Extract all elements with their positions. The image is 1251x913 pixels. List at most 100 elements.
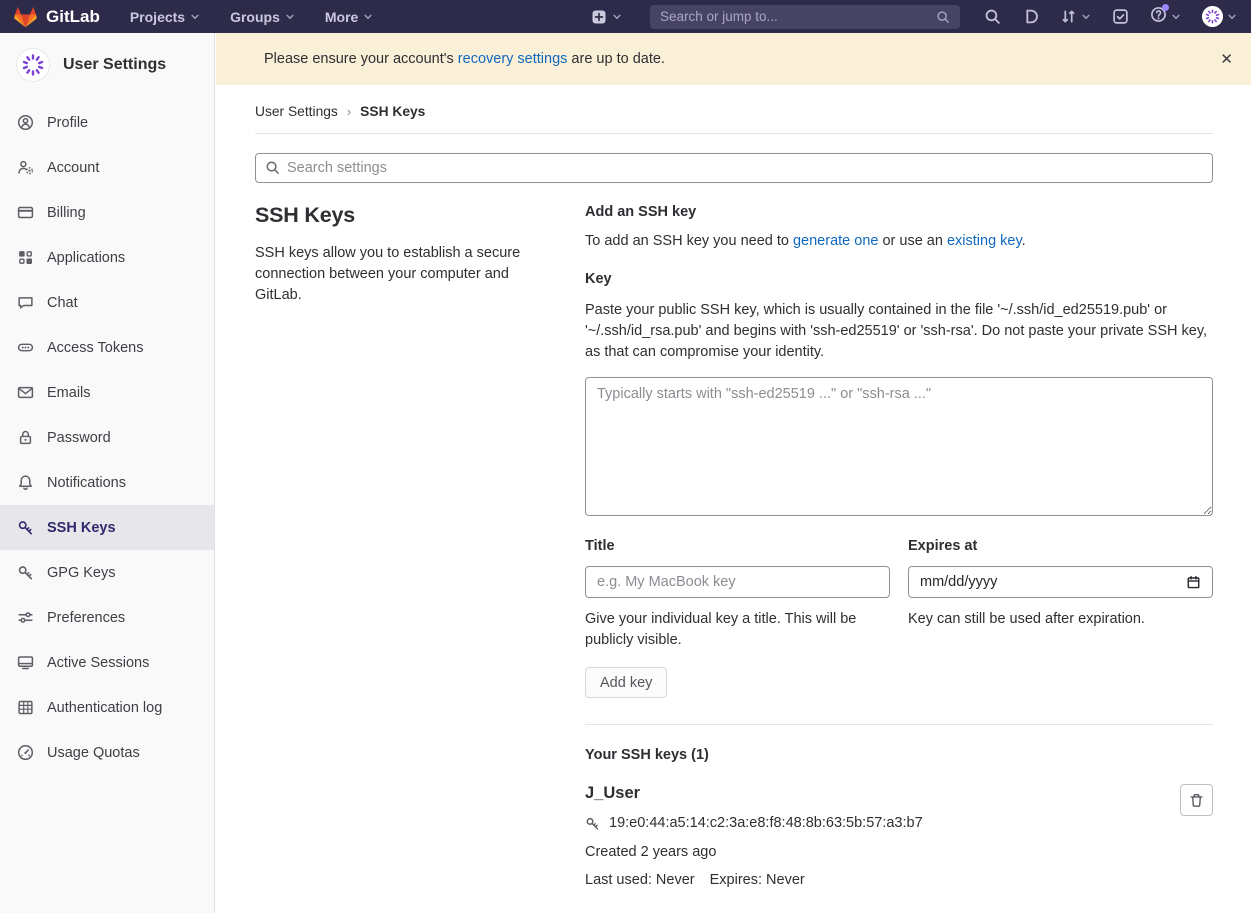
search-shortcut-button[interactable]	[984, 8, 1001, 25]
existing-key-link[interactable]: existing key	[947, 233, 1022, 249]
avatar	[1202, 6, 1223, 27]
chevron-right-icon: ›	[347, 104, 351, 119]
delete-key-button[interactable]	[1180, 784, 1213, 816]
avatar	[16, 48, 50, 82]
sidebar-item-applications[interactable]: Applications	[0, 235, 214, 280]
sidebar-item-notifications[interactable]: Notifications	[0, 460, 214, 505]
user-menu-button[interactable]	[1202, 6, 1237, 27]
help-menu-button[interactable]	[1150, 6, 1181, 28]
nav-menu-groups[interactable]: Groups	[230, 9, 295, 25]
ssh-key-fingerprint-row: 19:e0:44:a5:14:c2:3a:e8:f8:48:8b:63:5b:5…	[585, 815, 923, 831]
nav-menu-projects[interactable]: Projects	[130, 9, 200, 25]
sidebar-header: User Settings	[0, 33, 214, 93]
token-icon	[17, 339, 34, 356]
bell-icon	[17, 474, 34, 491]
global-search-input[interactable]	[660, 9, 936, 24]
ssh-keys-section: SSH Keys SSH keys allow you to establish…	[255, 203, 1213, 888]
sidebar-item-authentication-log[interactable]: Authentication log	[0, 685, 214, 730]
sidebar-item-chat[interactable]: Chat	[0, 280, 214, 325]
merge-request-icon	[1060, 8, 1077, 25]
ssh-key-list-item: J_User 19:e0:44:a5:14:c2:3a:e8:f8:48:8b:…	[585, 784, 1213, 888]
breadcrumb-user-settings[interactable]: User Settings	[255, 104, 338, 119]
page-description: SSH keys allow you to establish a secure…	[255, 243, 547, 306]
sidebar-item-access-tokens[interactable]: Access Tokens	[0, 325, 214, 370]
title-input[interactable]	[585, 566, 890, 598]
ssh-key-details: J_User 19:e0:44:a5:14:c2:3a:e8:f8:48:8b:…	[585, 784, 923, 888]
title-help-text: Give your individual key a title. This w…	[585, 609, 890, 651]
sidebar-item-account[interactable]: Account	[0, 145, 214, 190]
sidebar-item-active-sessions[interactable]: Active Sessions	[0, 640, 214, 685]
content: User Settings › SSH Keys SSH Keys SSH ke…	[216, 85, 1251, 908]
chevron-down-icon	[1227, 12, 1237, 22]
expires-field-group: Expires at mm/dd/yyyy Key can still be u…	[908, 538, 1213, 651]
nav-menu-more[interactable]: More	[325, 9, 373, 25]
new-menu-button[interactable]	[591, 9, 622, 25]
issues-button[interactable]	[1022, 8, 1039, 25]
search-icon	[265, 160, 280, 175]
global-search[interactable]	[650, 5, 960, 29]
title-label: Title	[585, 538, 890, 554]
sliders-icon	[17, 609, 34, 626]
trash-icon	[1189, 793, 1204, 808]
calendar-icon	[1186, 575, 1201, 590]
sidebar-item-password[interactable]: Password	[0, 415, 214, 460]
help-icon-wrap	[1150, 6, 1167, 28]
search-icon	[984, 8, 1001, 25]
sidebar-item-emails[interactable]: Emails	[0, 370, 214, 415]
merge-requests-button[interactable]	[1060, 8, 1091, 25]
generate-one-link[interactable]: generate one	[793, 233, 878, 249]
ssh-key-textarea[interactable]	[585, 377, 1213, 516]
divider	[255, 133, 1213, 134]
key-icon	[17, 519, 34, 536]
expires-date-input[interactable]: mm/dd/yyyy	[908, 566, 1213, 598]
form-column: Add an SSH key To add an SSH key you nee…	[585, 203, 1213, 888]
ssh-key-created: Created 2 years ago	[585, 844, 923, 860]
banner-text: Please ensure your account's recovery se…	[264, 51, 665, 67]
plus-icon	[591, 9, 607, 25]
title-expiry-row: Title Give your individual key a title. …	[585, 538, 1213, 651]
key-icon	[585, 816, 600, 831]
recovery-settings-link[interactable]: recovery settings	[458, 51, 568, 67]
nav-icon-group	[984, 6, 1237, 28]
add-key-intro: To add an SSH key you need to generate o…	[585, 233, 1213, 249]
email-icon	[17, 384, 34, 401]
your-ssh-keys-heading: Your SSH keys (1)	[585, 747, 1213, 763]
breadcrumb-current: SSH Keys	[360, 104, 425, 119]
ssh-key-last-used: Last used: Never	[585, 872, 695, 888]
chevron-down-icon	[1081, 12, 1091, 22]
chevron-down-icon	[612, 12, 622, 22]
sidebar-item-billing[interactable]: Billing	[0, 190, 214, 235]
gitlab-logo[interactable]: GitLab	[14, 6, 100, 28]
alert-banner: Please ensure your account's recovery se…	[216, 33, 1251, 85]
add-key-button[interactable]: Add key	[585, 667, 667, 698]
date-placeholder: mm/dd/yyyy	[920, 574, 997, 590]
issues-icon	[1022, 8, 1039, 25]
billing-icon	[17, 204, 34, 221]
primary-nav: Projects Groups More	[130, 9, 373, 25]
sidebar-item-usage-quotas[interactable]: Usage Quotas	[0, 730, 214, 775]
todos-button[interactable]	[1112, 8, 1129, 25]
settings-search	[255, 153, 1213, 183]
divider	[585, 724, 1213, 725]
chevron-down-icon	[363, 12, 373, 22]
expires-help-text: Key can still be used after expiration.	[908, 609, 1213, 630]
page-title: SSH Keys	[255, 203, 547, 228]
sidebar-title: User Settings	[63, 56, 166, 74]
expires-label: Expires at	[908, 538, 1213, 554]
lock-icon	[17, 429, 34, 446]
sidebar-item-preferences[interactable]: Preferences	[0, 595, 214, 640]
banner-close-button[interactable]: ✕	[1220, 50, 1233, 68]
add-ssh-key-heading: Add an SSH key	[585, 203, 1213, 220]
title-field-group: Title Give your individual key a title. …	[585, 538, 890, 651]
sidebar-item-ssh-keys[interactable]: SSH Keys	[0, 505, 214, 550]
log-icon	[17, 699, 34, 716]
breadcrumb: User Settings › SSH Keys	[255, 85, 1213, 133]
monitor-icon	[17, 654, 34, 671]
account-icon	[17, 159, 34, 176]
search-icon	[936, 10, 950, 24]
todo-check-icon	[1112, 8, 1129, 25]
sidebar-item-gpg-keys[interactable]: GPG Keys	[0, 550, 214, 595]
ssh-key-expires: Expires: Never	[710, 872, 805, 888]
settings-search-input[interactable]	[255, 153, 1213, 183]
sidebar-item-profile[interactable]: Profile	[0, 100, 214, 145]
